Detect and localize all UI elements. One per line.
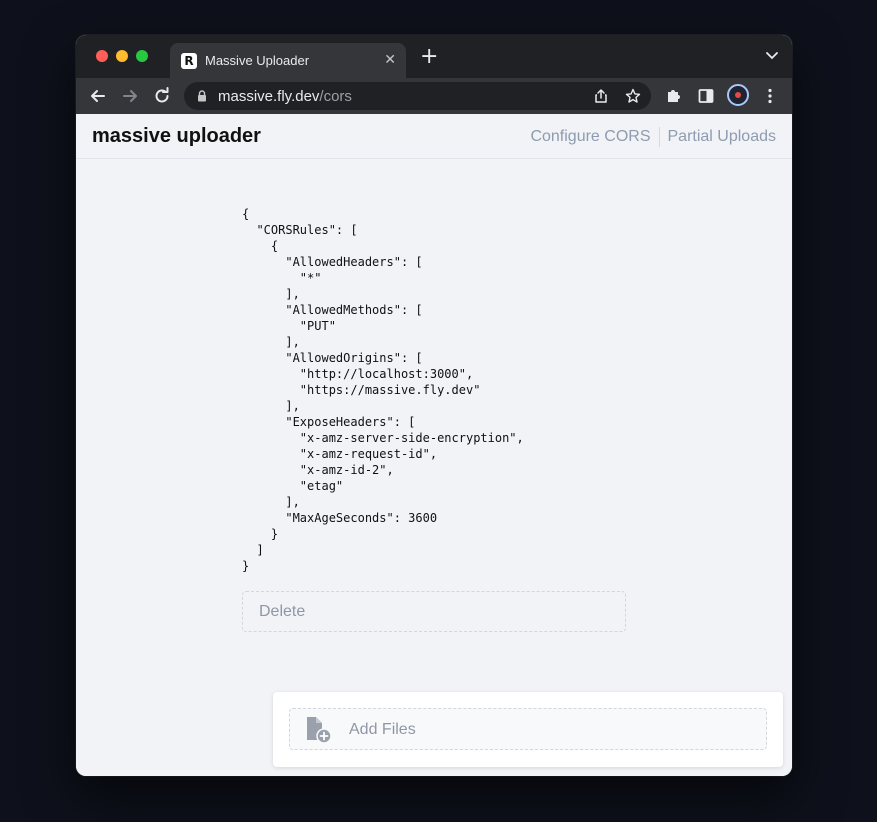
add-files-dropzone[interactable]: Add Files (289, 708, 767, 750)
app-header: massive uploader Configure CORS Partial … (76, 114, 792, 159)
url-path: /cors (319, 88, 352, 105)
file-add-icon (307, 717, 332, 744)
kebab-menu-icon[interactable] (761, 87, 779, 105)
browser-toolbar: massive.fly.dev/cors (76, 78, 792, 114)
chevron-down-icon[interactable] (766, 52, 778, 60)
url-host: massive.fly.dev (218, 88, 320, 105)
zoom-window-button[interactable] (136, 50, 148, 62)
arrow-right-icon[interactable] (121, 87, 139, 105)
url-text: massive.fly.dev/cors (218, 88, 352, 105)
profile-avatar[interactable] (727, 84, 749, 106)
top-nav: Configure CORS Partial Uploads (530, 127, 776, 147)
tab-close-icon[interactable]: ✕ (384, 52, 396, 68)
new-tab-button[interactable]: + (420, 46, 438, 68)
favicon-icon: R (181, 53, 197, 69)
reload-icon[interactable] (153, 87, 171, 105)
tab-strip: R Massive Uploader ✕ + (76, 35, 792, 78)
upload-panel: Add Files (273, 692, 783, 767)
nav-configure-cors-link[interactable]: Configure CORS (530, 128, 650, 146)
delete-button[interactable]: Delete (242, 591, 626, 632)
browser-tab[interactable]: R Massive Uploader ✕ (170, 43, 406, 78)
side-panel-icon[interactable] (697, 87, 715, 105)
minimize-window-button[interactable] (116, 50, 128, 62)
star-icon[interactable] (625, 88, 641, 104)
tab-title: Massive Uploader (205, 53, 310, 68)
lock-icon (198, 90, 206, 102)
arrow-left-icon[interactable] (89, 87, 107, 105)
address-bar[interactable]: massive.fly.dev/cors (184, 82, 651, 110)
brand-title[interactable]: massive uploader (92, 125, 261, 148)
page-content: massive uploader Configure CORS Partial … (76, 114, 792, 776)
browser-window: R Massive Uploader ✕ + massive.fly.dev/c… (76, 35, 792, 776)
cors-json-block: { "CORSRules": [ { "AllowedHeaders": [ "… (242, 207, 524, 573)
nav-partial-uploads-link[interactable]: Partial Uploads (668, 128, 777, 146)
add-files-label: Add Files (349, 721, 416, 738)
puzzle-icon[interactable] (665, 87, 683, 105)
nav-divider (658, 127, 660, 147)
share-icon[interactable] (593, 88, 609, 104)
close-window-button[interactable] (96, 50, 108, 62)
